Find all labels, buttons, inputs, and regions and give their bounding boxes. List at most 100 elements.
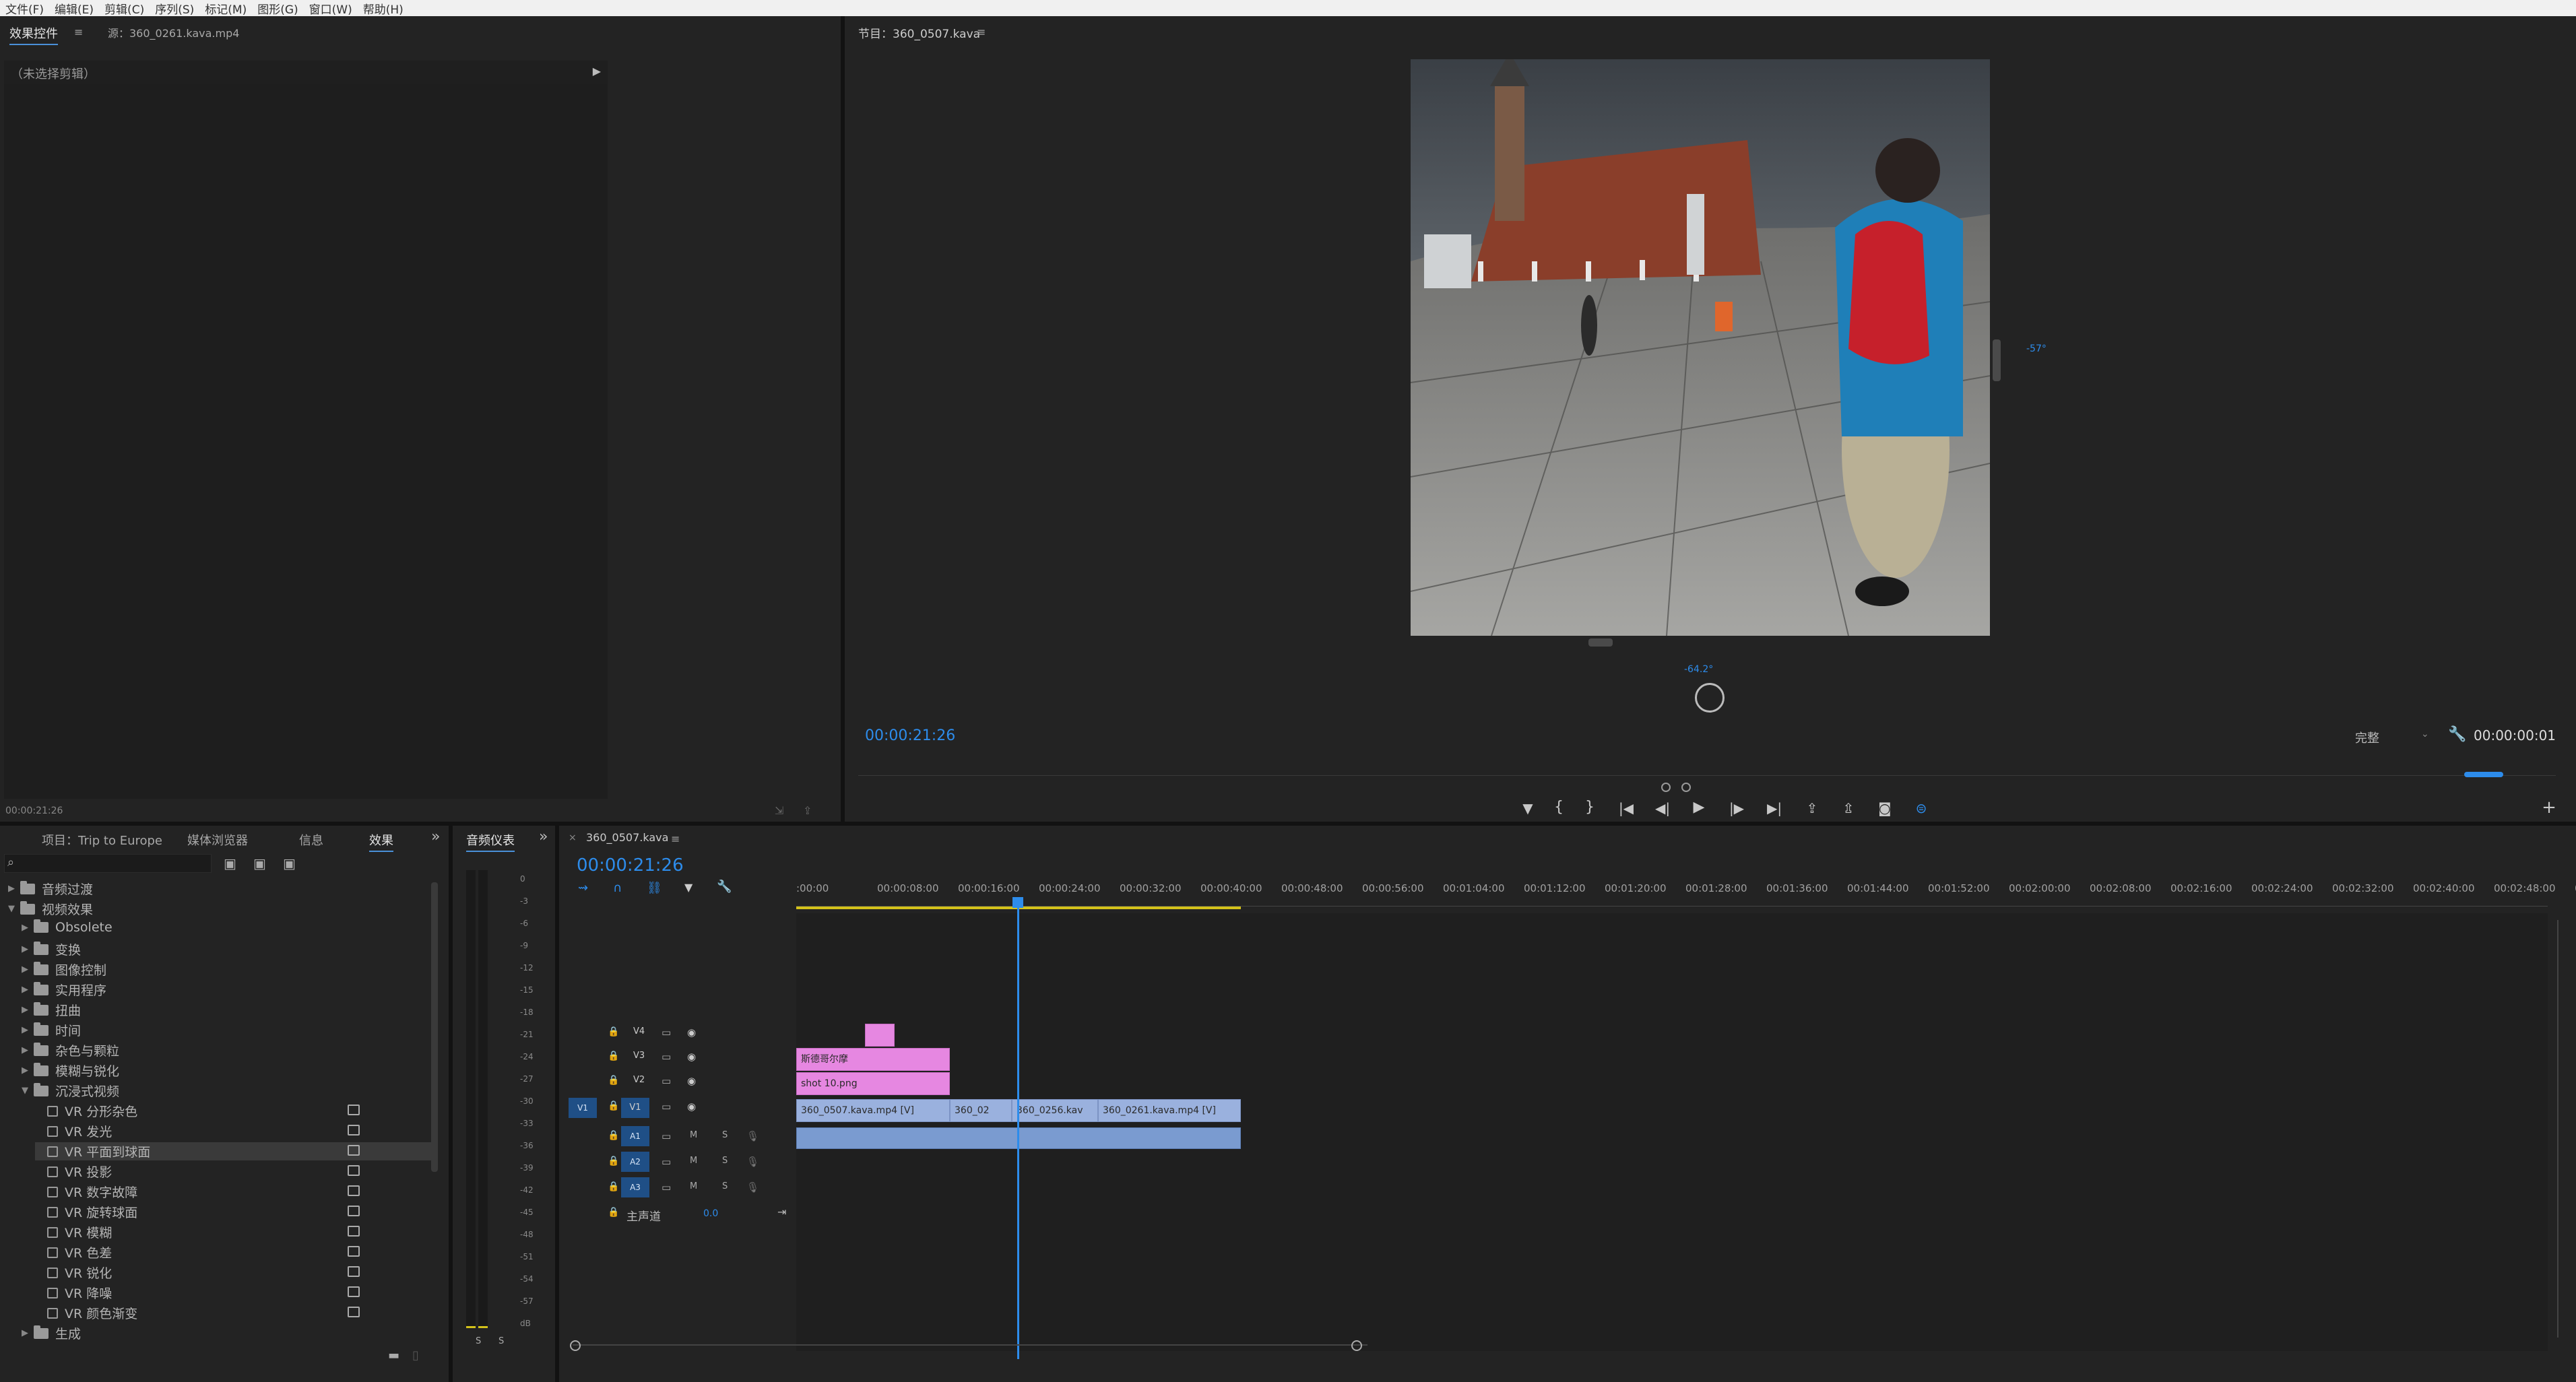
clip-v1-b[interactable]: 360_02 <box>950 1099 1012 1122</box>
track-label-v1[interactable]: V1 <box>621 1098 649 1118</box>
solo-button[interactable]: S <box>722 1130 728 1140</box>
track-label-v4[interactable]: V4 <box>633 1026 645 1036</box>
effects-folder[interactable]: ▶ Obsolete <box>22 919 112 935</box>
sync-lock-icon[interactable]: ▭ <box>662 1075 671 1087</box>
delete-icon[interactable]: ▯ <box>412 1348 419 1362</box>
step-forward-button[interactable]: |▶ <box>1723 800 1750 816</box>
clip-v1-d[interactable]: 360_0261.kava.mp4 [V] <box>1098 1099 1241 1122</box>
expand-down-icon[interactable]: ▼ <box>8 904 20 914</box>
expand-right-icon[interactable]: ▶ <box>22 1045 34 1055</box>
tab-info[interactable]: 信息 <box>299 831 323 849</box>
menu-edit[interactable]: 编辑(E) <box>49 0 99 17</box>
mark-in-button[interactable]: { <box>1545 799 1572 816</box>
export-frame-icon[interactable]: ⇲ <box>775 804 783 817</box>
lock-icon[interactable]: 🔒 <box>608 1181 619 1192</box>
source-patch-v1[interactable]: V1 <box>569 1098 597 1118</box>
effects-folder[interactable]: ▶ 杂色与颗粒 <box>22 1041 119 1059</box>
voice-over-icon[interactable]: 🎙 <box>746 1156 759 1168</box>
effect-item[interactable]: VR 旋转球面 <box>35 1203 137 1221</box>
menu-sequence[interactable]: 序列(S) <box>150 0 199 17</box>
export-frame-camera-icon[interactable]: ◙ <box>1871 800 1898 816</box>
timeline-v-scroll[interactable] <box>2557 920 2565 1338</box>
panel-overflow-icon[interactable]: » <box>431 828 440 845</box>
mute-button[interactable]: M <box>690 1130 697 1140</box>
eye-icon[interactable]: ◉ <box>687 1051 696 1063</box>
clip-v1-a[interactable]: 360_0507.kava.mp4 [V] <box>796 1099 950 1122</box>
vr-horizontal-slider[interactable] <box>1588 638 1613 647</box>
lock-icon[interactable]: 🔒 <box>608 1100 619 1111</box>
yuv-filter-icon[interactable]: ▣ <box>283 855 296 871</box>
effect-item[interactable]: VR 发光 <box>35 1122 112 1140</box>
vr-dial-icon[interactable] <box>1695 683 1725 713</box>
tab-project[interactable]: 项目：Trip to Europe <box>42 831 162 849</box>
accelerated-filter-icon[interactable]: ▣ <box>224 855 236 871</box>
tab-media-browser[interactable]: 媒体浏览器 <box>187 831 248 849</box>
clip-png[interactable]: shot 10.png <box>796 1072 950 1095</box>
effect-item[interactable]: VR 颜色渐变 <box>35 1304 137 1322</box>
32bit-filter-icon[interactable]: ▣ <box>253 855 266 871</box>
expand-right-icon[interactable]: ▶ <box>22 1005 34 1015</box>
timeline-playhead[interactable] <box>1017 898 1019 1359</box>
effects-folder[interactable]: ▼ 视频效果 <box>8 900 93 918</box>
solo-button[interactable]: S <box>722 1156 728 1166</box>
program-timecode[interactable]: 00:00:21:26 <box>865 727 955 744</box>
tab-source[interactable]: 源：360_0261.kava.mp4 <box>108 24 239 40</box>
track-label-a2[interactable]: A2 <box>621 1152 649 1172</box>
time-ruler[interactable]: :00:00 00:00:08:00 00:00:16:00 00:00:24:00 0… <box>796 880 2576 907</box>
sync-lock-icon[interactable]: ▭ <box>662 1130 671 1142</box>
playhead-handle[interactable] <box>1012 897 1023 908</box>
vr-video-toggle-icon[interactable]: ⊜ <box>1908 800 1935 816</box>
lock-icon[interactable]: 🔒 <box>608 1207 619 1218</box>
eye-icon[interactable]: ◉ <box>687 1026 696 1039</box>
effect-item[interactable]: VR 分形杂色 <box>35 1102 137 1120</box>
track-label-a3[interactable]: A3 <box>621 1177 649 1197</box>
v4-clip[interactable] <box>865 1024 895 1047</box>
effects-folder[interactable]: ▼ 沉浸式视频 <box>22 1082 119 1100</box>
lift-button[interactable]: ⇪ <box>1799 800 1826 816</box>
solo-left-button[interactable]: S <box>476 1336 481 1346</box>
lock-icon[interactable]: 🔒 <box>608 1026 619 1037</box>
sync-lock-icon[interactable]: ▭ <box>662 1026 671 1039</box>
menu-help[interactable]: 帮助(H) <box>358 0 409 17</box>
tab-effect-controls[interactable]: 效果控件 <box>9 24 58 45</box>
zoom-handle-left[interactable] <box>1661 783 1671 792</box>
sync-lock-icon[interactable]: ▭ <box>662 1181 671 1193</box>
effects-scrollbar[interactable] <box>431 882 438 1172</box>
effects-folder[interactable]: ▶ 模糊与锐化 <box>22 1061 119 1080</box>
expand-right-icon[interactable]: ▶ <box>22 944 34 954</box>
master-volume-value[interactable]: 0.0 <box>703 1208 718 1219</box>
menu-graphics[interactable]: 图形(G) <box>252 0 303 17</box>
expand-right-icon[interactable]: ▶ <box>8 884 20 894</box>
effect-item[interactable]: VR 色差 <box>35 1243 112 1261</box>
expand-right-icon[interactable]: ▶ <box>22 1328 34 1338</box>
h-scroll-left-handle[interactable] <box>570 1340 581 1351</box>
effect-item[interactable]: VR 降噪 <box>35 1284 112 1302</box>
expand-right-icon[interactable]: ▶ <box>22 923 34 933</box>
tab-effects[interactable]: 效果 <box>369 831 393 852</box>
menu-marker[interactable]: 标记(M) <box>199 0 252 17</box>
program-menu-icon[interactable]: ≡ <box>977 26 986 38</box>
effects-search-input[interactable]: ⌕ <box>4 854 212 873</box>
play-button[interactable]: ▶ <box>1685 799 1712 816</box>
expand-right-icon[interactable]: ▶ <box>22 1025 34 1035</box>
mute-button[interactable]: M <box>690 1156 697 1166</box>
vr-vertical-readout[interactable]: -57° <box>2026 343 2047 354</box>
mute-button[interactable]: M <box>690 1181 697 1191</box>
solo-right-button[interactable]: S <box>498 1336 504 1346</box>
effects-folder[interactable]: ▶ 音频过渡 <box>8 880 93 898</box>
effect-item[interactable]: VR 锐化 <box>35 1263 112 1282</box>
timeline-h-scroll[interactable] <box>573 1344 1367 1352</box>
track-label-v2[interactable]: V2 <box>633 1075 645 1085</box>
solo-button[interactable]: S <box>722 1181 728 1191</box>
clip-title[interactable]: 斯德哥尔摩 <box>796 1048 950 1071</box>
voice-over-icon[interactable]: 🎙 <box>746 1130 759 1142</box>
voice-over-icon[interactable]: 🎙 <box>746 1181 759 1193</box>
program-playhead[interactable] <box>2464 772 2503 777</box>
wrench-icon[interactable]: 🔧 <box>2448 726 2466 743</box>
effects-folder[interactable]: ▶ 图像控制 <box>22 960 106 979</box>
effects-folder[interactable]: ▶ 生成 <box>22 1324 81 1342</box>
vr-horizontal-readout[interactable]: -64.2° <box>1684 664 1713 675</box>
h-scroll-right-handle[interactable] <box>1351 1340 1362 1351</box>
effect-item[interactable]: VR 投影 <box>35 1162 112 1181</box>
zoom-handle-right[interactable] <box>1681 783 1691 792</box>
